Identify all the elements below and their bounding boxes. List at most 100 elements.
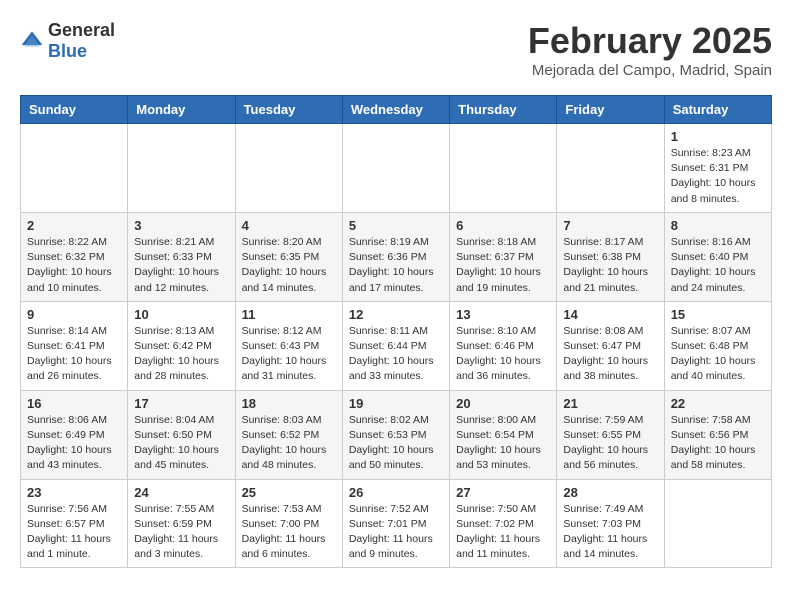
calendar-cell: 8 Sunrise: 8:16 AM Sunset: 6:40 PM Daylig… [664, 212, 771, 301]
weekday-header-sunday: Sunday [21, 96, 128, 124]
day-number: 1 [671, 129, 765, 144]
day-info: Sunrise: 8:08 AM Sunset: 6:47 PM Dayligh… [563, 324, 657, 385]
calendar-cell: 2Sunrise: 8:22 AM Sunset: 6:32 PM Daylig… [21, 212, 128, 301]
weekday-header-thursday: Thursday [450, 96, 557, 124]
day-info: Sunrise: 8:07 AM Sunset: 6:48 PM Dayligh… [671, 324, 765, 385]
day-info: Sunrise: 7:56 AM Sunset: 6:57 PM Dayligh… [27, 502, 121, 563]
week-row-4: 23Sunrise: 7:56 AM Sunset: 6:57 PM Dayli… [21, 479, 772, 568]
day-number: 16 [27, 396, 121, 411]
day-info: Sunrise: 8:12 AM Sunset: 6:43 PM Dayligh… [242, 324, 336, 385]
calendar-cell [21, 124, 128, 213]
calendar-cell: 3 Sunrise: 8:21 AM Sunset: 6:33 PM Daylig… [128, 212, 235, 301]
day-number: 11 [242, 307, 336, 322]
calendar-cell: 18Sunrise: 8:03 AM Sunset: 6:52 PM Dayli… [235, 390, 342, 479]
weekday-header-saturday: Saturday [664, 96, 771, 124]
day-number: 15 [671, 307, 765, 322]
calendar-cell: 4 Sunrise: 8:20 AM Sunset: 6:35 PM Daylig… [235, 212, 342, 301]
day-info: Sunrise: 7:52 AM Sunset: 7:01 PM Dayligh… [349, 502, 443, 563]
day-number: 24 [134, 485, 228, 500]
day-info: Sunrise: 7:55 AM Sunset: 6:59 PM Dayligh… [134, 502, 228, 563]
calendar-cell: 11 Sunrise: 8:12 AM Sunset: 6:43 PM Dayli… [235, 301, 342, 390]
day-info: Sunrise: 8:06 AM Sunset: 6:49 PM Dayligh… [27, 413, 121, 474]
day-info: Sunrise: 7:58 AM Sunset: 6:56 PM Dayligh… [671, 413, 765, 474]
day-number: 5 [349, 218, 443, 233]
day-info: Sunrise: 8:17 AM Sunset: 6:38 PM Dayligh… [563, 235, 657, 296]
calendar-cell: 21Sunrise: 7:59 AM Sunset: 6:55 PM Dayli… [557, 390, 664, 479]
day-info: Sunrise: 7:59 AM Sunset: 6:55 PM Dayligh… [563, 413, 657, 474]
calendar-cell: 19 Sunrise: 8:02 AM Sunset: 6:53 PM Dayli… [342, 390, 449, 479]
day-number: 27 [456, 485, 550, 500]
calendar-cell: 25 Sunrise: 7:53 AM Sunset: 7:00 PM Dayli… [235, 479, 342, 568]
calendar-cell: 9 Sunrise: 8:14 AM Sunset: 6:41 PM Daylig… [21, 301, 128, 390]
calendar-cell: 26 Sunrise: 7:52 AM Sunset: 7:01 PM Dayli… [342, 479, 449, 568]
calendar-cell: 23Sunrise: 7:56 AM Sunset: 6:57 PM Dayli… [21, 479, 128, 568]
day-number: 26 [349, 485, 443, 500]
calendar-cell [664, 479, 771, 568]
logo-text: General Blue [48, 20, 115, 62]
day-number: 19 [349, 396, 443, 411]
day-number: 8 [671, 218, 765, 233]
calendar-cell: 17 Sunrise: 8:04 AM Sunset: 6:50 PM Dayli… [128, 390, 235, 479]
day-info: Sunrise: 8:10 AM Sunset: 6:46 PM Dayligh… [456, 324, 550, 385]
logo-blue: Blue [48, 41, 87, 61]
calendar-cell: 28 Sunrise: 7:49 AM Sunset: 7:03 PM Dayli… [557, 479, 664, 568]
day-info: Sunrise: 8:19 AM Sunset: 6:36 PM Dayligh… [349, 235, 443, 296]
day-number: 9 [27, 307, 121, 322]
day-number: 22 [671, 396, 765, 411]
day-number: 4 [242, 218, 336, 233]
day-number: 10 [134, 307, 228, 322]
day-info: Sunrise: 8:22 AM Sunset: 6:32 PM Dayligh… [27, 235, 121, 296]
logo: General Blue [20, 20, 115, 62]
calendar-cell: 14 Sunrise: 8:08 AM Sunset: 6:47 PM Dayli… [557, 301, 664, 390]
calendar-cell: 7 Sunrise: 8:17 AM Sunset: 6:38 PM Daylig… [557, 212, 664, 301]
day-info: Sunrise: 8:02 AM Sunset: 6:53 PM Dayligh… [349, 413, 443, 474]
calendar-cell: 6Sunrise: 8:18 AM Sunset: 6:37 PM Daylig… [450, 212, 557, 301]
calendar-body: 1Sunrise: 8:23 AM Sunset: 6:31 PM Daylig… [21, 124, 772, 568]
day-number: 20 [456, 396, 550, 411]
day-info: Sunrise: 8:04 AM Sunset: 6:50 PM Dayligh… [134, 413, 228, 474]
day-number: 13 [456, 307, 550, 322]
day-number: 28 [563, 485, 657, 500]
day-info: Sunrise: 8:18 AM Sunset: 6:37 PM Dayligh… [456, 235, 550, 296]
day-info: Sunrise: 8:14 AM Sunset: 6:41 PM Dayligh… [27, 324, 121, 385]
day-number: 14 [563, 307, 657, 322]
week-row-2: 9 Sunrise: 8:14 AM Sunset: 6:41 PM Daylig… [21, 301, 772, 390]
weekday-header-friday: Friday [557, 96, 664, 124]
week-row-1: 2Sunrise: 8:22 AM Sunset: 6:32 PM Daylig… [21, 212, 772, 301]
calendar-cell: 27 Sunrise: 7:50 AM Sunset: 7:02 PM Dayli… [450, 479, 557, 568]
calendar-cell [450, 124, 557, 213]
calendar-cell: 13 Sunrise: 8:10 AM Sunset: 6:46 PM Dayli… [450, 301, 557, 390]
day-number: 18 [242, 396, 336, 411]
calendar-table: SundayMondayTuesdayWednesdayThursdayFrid… [20, 95, 772, 568]
calendar-cell: 24 Sunrise: 7:55 AM Sunset: 6:59 PM Dayli… [128, 479, 235, 568]
day-info: Sunrise: 8:21 AM Sunset: 6:33 PM Dayligh… [134, 235, 228, 296]
calendar-cell [342, 124, 449, 213]
day-info: Sunrise: 7:49 AM Sunset: 7:03 PM Dayligh… [563, 502, 657, 563]
calendar-cell: 22 Sunrise: 7:58 AM Sunset: 6:56 PM Dayli… [664, 390, 771, 479]
day-info: Sunrise: 8:13 AM Sunset: 6:42 PM Dayligh… [134, 324, 228, 385]
weekday-header-wednesday: Wednesday [342, 96, 449, 124]
day-number: 17 [134, 396, 228, 411]
day-info: Sunrise: 7:53 AM Sunset: 7:00 PM Dayligh… [242, 502, 336, 563]
day-number: 25 [242, 485, 336, 500]
location-subtitle: Mejorada del Campo, Madrid, Spain [528, 62, 772, 79]
calendar-cell: 20Sunrise: 8:00 AM Sunset: 6:54 PM Dayli… [450, 390, 557, 479]
day-number: 3 [134, 218, 228, 233]
day-number: 7 [563, 218, 657, 233]
calendar-cell: 5 Sunrise: 8:19 AM Sunset: 6:36 PM Daylig… [342, 212, 449, 301]
calendar-cell [557, 124, 664, 213]
day-info: Sunrise: 7:50 AM Sunset: 7:02 PM Dayligh… [456, 502, 550, 563]
header: General Blue February 2025 Mejorada del … [20, 20, 772, 79]
weekday-header-row: SundayMondayTuesdayWednesdayThursdayFrid… [21, 96, 772, 124]
calendar-cell [235, 124, 342, 213]
day-number: 12 [349, 307, 443, 322]
calendar-cell [128, 124, 235, 213]
weekday-header-monday: Monday [128, 96, 235, 124]
calendar-cell: 16 Sunrise: 8:06 AM Sunset: 6:49 PM Dayli… [21, 390, 128, 479]
logo-icon [20, 29, 44, 53]
week-row-0: 1Sunrise: 8:23 AM Sunset: 6:31 PM Daylig… [21, 124, 772, 213]
day-info: Sunrise: 8:16 AM Sunset: 6:40 PM Dayligh… [671, 235, 765, 296]
week-row-3: 16 Sunrise: 8:06 AM Sunset: 6:49 PM Dayli… [21, 390, 772, 479]
calendar-cell: 10 Sunrise: 8:13 AM Sunset: 6:42 PM Dayli… [128, 301, 235, 390]
day-info: Sunrise: 8:20 AM Sunset: 6:35 PM Dayligh… [242, 235, 336, 296]
